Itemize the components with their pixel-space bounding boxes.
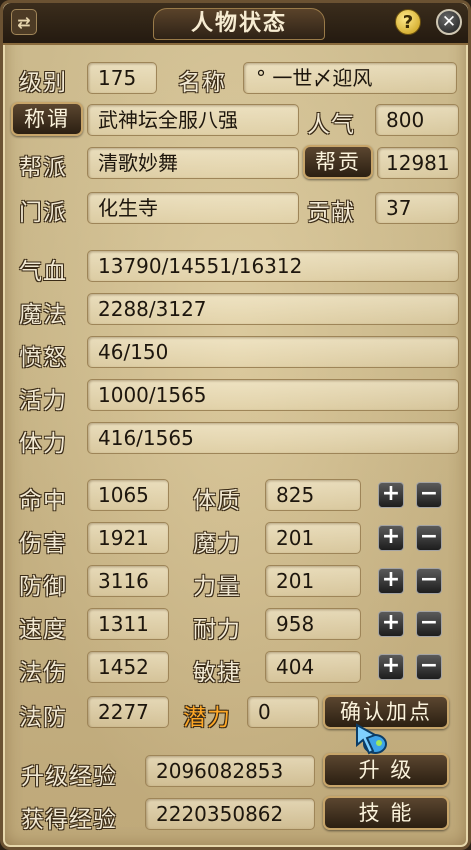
attribute-label: 耐力 <box>193 617 241 643</box>
combat-stat-label: 命中 <box>19 488 67 514</box>
combat-stat-label: 速度 <box>19 617 67 643</box>
combat-stat-label: 伤害 <box>19 531 67 557</box>
vital-value: 46/150 <box>87 336 459 368</box>
help-icon[interactable]: ? <box>395 9 421 35</box>
vital-value: 416/1565 <box>87 422 459 454</box>
attribute-label: 敏捷 <box>193 660 241 686</box>
minus-button[interactable]: − <box>416 654 442 680</box>
toggle-view-icon[interactable]: ⇄ <box>11 9 37 35</box>
vital-label: 气血 <box>19 259 67 285</box>
school-field: 化生寺 <box>87 192 299 224</box>
attribute-value: 825 <box>265 479 361 511</box>
vital-label: 魔法 <box>19 302 67 328</box>
attribute-value: 201 <box>265 522 361 554</box>
name-field: ° 一世〆迎风 <box>243 62 457 94</box>
mouse-cursor-icon <box>356 723 387 755</box>
minus-button[interactable]: − <box>416 568 442 594</box>
attribute-label: 力量 <box>193 574 241 600</box>
character-status-window: ⇄ 人物状态 ? ✕ 级别 175 名称 ° 一世〆迎风 称谓 武神坛全服八强 … <box>0 0 471 850</box>
gang-contribution-button[interactable]: 帮贡 <box>303 145 373 179</box>
attribute-label: 体质 <box>193 488 241 514</box>
plus-button[interactable]: + <box>378 654 404 680</box>
contribution-field: 37 <box>375 192 459 224</box>
combat-stat-value: 3116 <box>87 565 169 597</box>
popularity-label: 人气 <box>307 112 355 138</box>
plus-button[interactable]: + <box>378 525 404 551</box>
combat-stat-value: 1452 <box>87 651 169 683</box>
close-icon[interactable]: ✕ <box>436 9 462 35</box>
vital-label: 体力 <box>19 431 67 457</box>
contribution-label: 贡献 <box>307 200 355 226</box>
attribute-value: 958 <box>265 608 361 640</box>
gained-exp-label: 获得经验 <box>21 807 117 833</box>
minus-button[interactable]: − <box>416 482 442 508</box>
upgrade-exp-label: 升级经验 <box>21 764 117 790</box>
vital-label: 愤怒 <box>19 345 67 371</box>
vital-label: 活力 <box>19 388 67 414</box>
level-field: 175 <box>87 62 157 94</box>
title-bar: ⇄ 人物状态 ? ✕ <box>3 3 468 45</box>
potential-field: 0 <box>247 696 319 728</box>
gained-exp-field: 2220350862 <box>145 798 315 830</box>
skills-button[interactable]: 技 能 <box>323 796 449 830</box>
popularity-field: 800 <box>375 104 459 136</box>
combat-stat-label: 法防 <box>19 705 67 731</box>
upgrade-exp-field: 2096082853 <box>145 755 315 787</box>
level-label: 级别 <box>19 70 67 96</box>
combat-stat-value: 1311 <box>87 608 169 640</box>
vital-value: 1000/1565 <box>87 379 459 411</box>
window-title: 人物状态 <box>153 8 325 40</box>
attribute-label: 魔力 <box>193 531 241 557</box>
vital-value: 13790/14551/16312 <box>87 250 459 282</box>
vital-value: 2288/3127 <box>87 293 459 325</box>
name-label: 名称 <box>178 70 226 96</box>
minus-button[interactable]: − <box>416 611 442 637</box>
plus-button[interactable]: + <box>378 482 404 508</box>
gang-label: 帮派 <box>19 155 67 181</box>
combat-stat-value: 1921 <box>87 522 169 554</box>
plus-button[interactable]: + <box>378 568 404 594</box>
combat-stat-label: 防御 <box>19 574 67 600</box>
combat-stat-value: 1065 <box>87 479 169 511</box>
title-field: 武神坛全服八强 <box>87 104 299 136</box>
title-button[interactable]: 称谓 <box>11 102 83 136</box>
attribute-value: 404 <box>265 651 361 683</box>
combat-stat-value: 2277 <box>87 696 169 728</box>
gang-contribution-field: 12981 <box>377 147 459 179</box>
plus-button[interactable]: + <box>378 611 404 637</box>
gang-field: 清歌妙舞 <box>87 147 299 179</box>
combat-stat-label: 法伤 <box>19 660 67 686</box>
minus-button[interactable]: − <box>416 525 442 551</box>
potential-label: 潜力 <box>183 705 231 731</box>
attribute-value: 201 <box>265 565 361 597</box>
school-label: 门派 <box>19 200 67 226</box>
